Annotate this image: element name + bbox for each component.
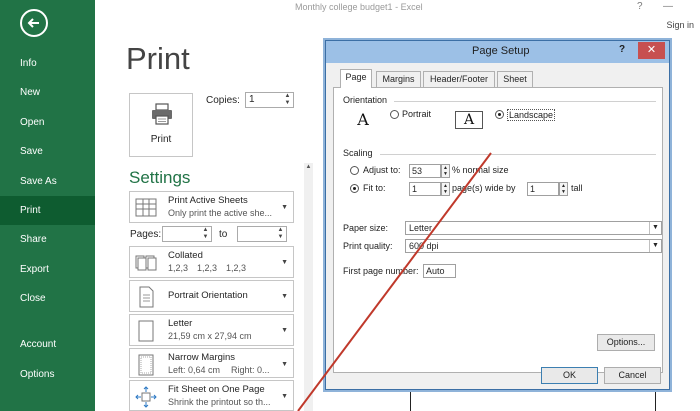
annotation-stroke [297, 152, 492, 411]
annotation-line [297, 152, 492, 411]
tab-page[interactable]: Page [340, 69, 372, 88]
